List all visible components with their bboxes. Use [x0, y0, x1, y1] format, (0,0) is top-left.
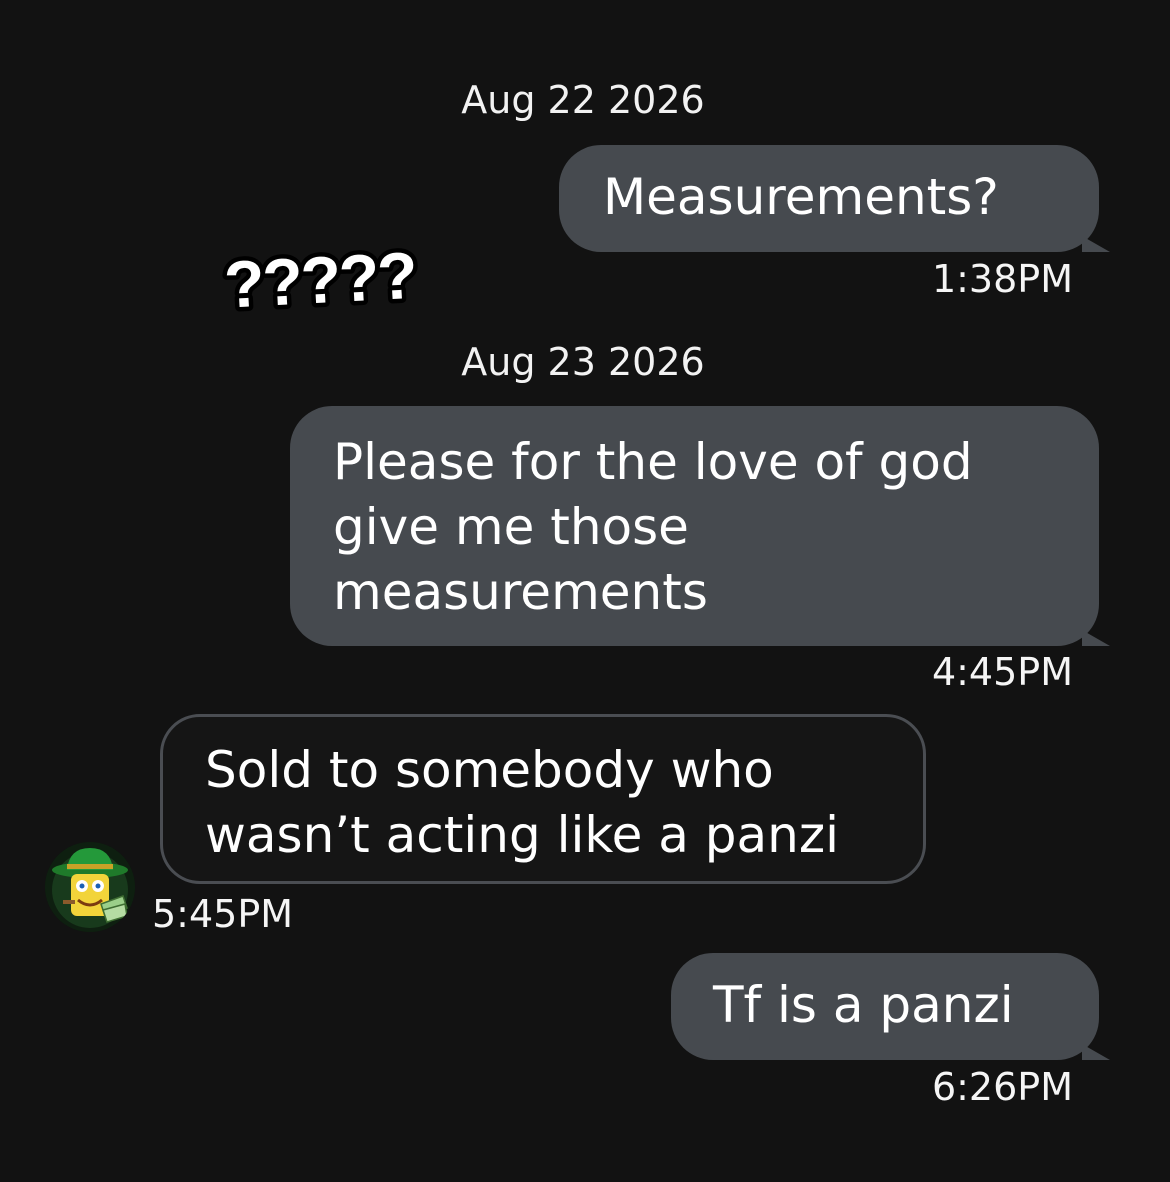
sent-message-bubble[interactable]: Please for the love of god give me those… — [290, 406, 1110, 646]
message-timestamp: 1:38PM — [931, 257, 1073, 301]
message-text: Measurements? — [603, 168, 999, 226]
message-text: Sold to somebody who wasn’t acting like … — [205, 741, 839, 864]
cartoon-avatar-icon — [45, 842, 135, 932]
sent-message-bubble[interactable]: Tf is a panzi — [671, 953, 1110, 1060]
message-timestamp: 4:45PM — [931, 650, 1073, 694]
date-separator: Aug 23 2026 — [461, 340, 705, 384]
sent-message-bubble[interactable]: Measurements? — [559, 145, 1110, 252]
message-timestamp: 5:45PM — [152, 892, 294, 936]
contact-avatar[interactable] — [45, 842, 135, 932]
conversation-view: Aug 22 2026 Measurements? 1:38PM ????? A… — [0, 0, 1170, 1182]
sticker-text: ????? — [222, 238, 417, 322]
question-marks-sticker: ????? — [218, 233, 422, 326]
date-separator: Aug 22 2026 — [461, 78, 705, 122]
message-timestamp: 6:26PM — [931, 1065, 1073, 1109]
received-message-bubble[interactable]: Sold to somebody who wasn’t acting like … — [160, 714, 926, 884]
message-text: Tf is a panzi — [713, 976, 1014, 1034]
message-text: Please for the love of god give me those… — [333, 433, 973, 621]
